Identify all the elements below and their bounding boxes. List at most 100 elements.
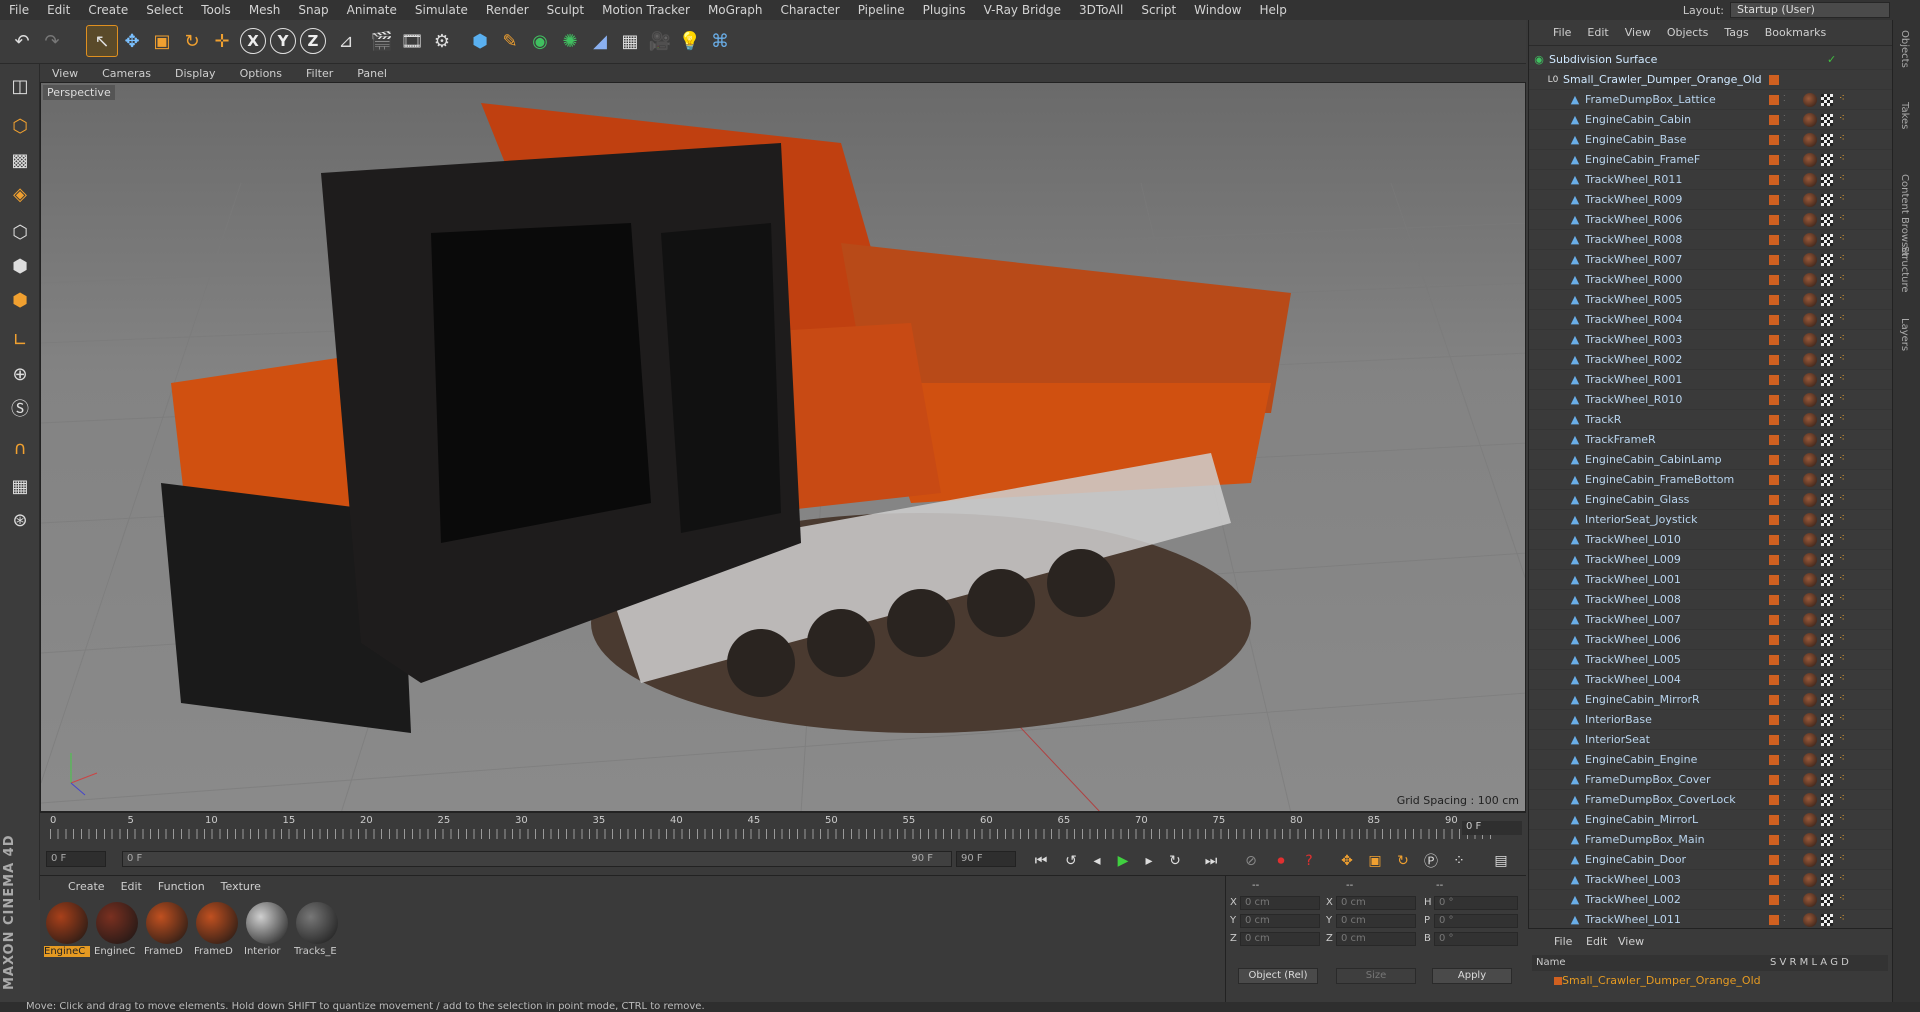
rotation-field[interactable]: 0 ° xyxy=(1434,896,1518,910)
visibility-dots-icon[interactable]: ⁚ xyxy=(1783,174,1789,186)
visibility-dots-icon[interactable]: ⁚ xyxy=(1783,694,1789,706)
object-row[interactable]: ▲ EngineCabin_Engine ⁚ ⁖ xyxy=(1529,750,1893,770)
material-tag-icon[interactable] xyxy=(1803,193,1817,207)
render-view-icon[interactable]: 🎬 xyxy=(366,25,398,57)
side-tab-objects[interactable]: Objects xyxy=(1899,30,1910,68)
object-row[interactable]: ▲ TrackWheel_L010 ⁚ ⁖ xyxy=(1529,530,1893,550)
layer-menu-file[interactable]: File xyxy=(1554,935,1572,948)
visibility-dots-icon[interactable]: ⁚ xyxy=(1783,874,1789,886)
object-row[interactable]: ▲ TrackWheel_L003 ⁚ ⁖ xyxy=(1529,870,1893,890)
menu-window[interactable]: Window xyxy=(1185,0,1250,20)
visibility-dots-icon[interactable]: ⁚ xyxy=(1783,474,1789,486)
object-row[interactable]: ▲ TrackWheel_R002 ⁚ ⁖ xyxy=(1529,350,1893,370)
texture-tag-icon[interactable]: ⁖ xyxy=(1839,773,1851,787)
position-field[interactable]: 0 cm xyxy=(1240,932,1320,946)
key-pla-icon[interactable]: ⁘ xyxy=(1448,850,1470,872)
texture-mode-icon[interactable]: ▩ xyxy=(4,144,36,176)
side-tab-layers[interactable]: Layers xyxy=(1899,318,1910,351)
texture-tag-icon[interactable]: ⁖ xyxy=(1839,253,1851,267)
texture-tag-icon[interactable]: ⁖ xyxy=(1839,453,1851,467)
edges-mode-icon[interactable]: ⬢ xyxy=(4,250,36,282)
texture-tag-icon[interactable]: ⁖ xyxy=(1839,133,1851,147)
material-swatch[interactable]: FrameD xyxy=(144,902,190,960)
x-axis-icon[interactable]: X xyxy=(240,28,266,54)
material-tag-icon[interactable] xyxy=(1803,593,1817,607)
texture-tag-icon[interactable]: ⁖ xyxy=(1839,333,1851,347)
deformer-icon[interactable]: ◢ xyxy=(584,25,616,57)
material-tag-icon[interactable] xyxy=(1803,333,1817,347)
material-tag-icon[interactable] xyxy=(1803,153,1817,167)
position-field[interactable]: 0 cm xyxy=(1240,914,1320,928)
visibility-dots-icon[interactable]: ⁚ xyxy=(1783,634,1789,646)
mograph-icon[interactable]: ✺ xyxy=(554,25,586,57)
object-row[interactable]: ▲ TrackWheel_R010 ⁚ ⁖ xyxy=(1529,390,1893,410)
timeline-window-icon[interactable]: ▤ xyxy=(1490,850,1512,872)
material-tag-icon[interactable] xyxy=(1803,653,1817,667)
material-tag-icon[interactable] xyxy=(1803,813,1817,827)
uvw-tag-icon[interactable] xyxy=(1821,414,1833,426)
viewport-menu-options[interactable]: Options xyxy=(228,67,294,80)
object-row[interactable]: ▲ TrackWheel_R011 ⁚ ⁖ xyxy=(1529,170,1893,190)
viewport-menu-panel[interactable]: Panel xyxy=(345,67,399,80)
timeline-ruler[interactable] xyxy=(50,829,1496,839)
side-tab-structure[interactable]: Structure xyxy=(1899,246,1910,293)
texture-tag-icon[interactable]: ⁖ xyxy=(1839,813,1851,827)
magnet-icon[interactable]: ∩ xyxy=(4,432,36,464)
material-tag-icon[interactable] xyxy=(1803,413,1817,427)
uvw-tag-icon[interactable] xyxy=(1821,174,1833,186)
uvw-tag-icon[interactable] xyxy=(1821,514,1833,526)
texture-tag-icon[interactable]: ⁖ xyxy=(1839,653,1851,667)
uvw-tag-icon[interactable] xyxy=(1821,814,1833,826)
object-row[interactable]: ▲ TrackWheel_L009 ⁚ ⁖ xyxy=(1529,550,1893,570)
move-icon[interactable]: ✥ xyxy=(116,25,148,57)
size-mode-dropdown[interactable]: Size xyxy=(1336,968,1416,984)
uvw-tag-icon[interactable] xyxy=(1821,494,1833,506)
material-tag-icon[interactable] xyxy=(1803,133,1817,147)
object-row[interactable]: ▲ TrackWheel_R006 ⁚ ⁖ xyxy=(1529,210,1893,230)
material-tag-icon[interactable] xyxy=(1803,893,1817,907)
material-tag-icon[interactable] xyxy=(1803,453,1817,467)
object-row[interactable]: ▲ TrackFrameR ⁚ ⁖ xyxy=(1529,430,1893,450)
visibility-dots-icon[interactable]: ⁚ xyxy=(1783,114,1789,126)
object-row[interactable]: ▲ TrackWheel_R000 ⁚ ⁖ xyxy=(1529,270,1893,290)
prev-frame-icon[interactable]: ◂ xyxy=(1086,850,1108,872)
visibility-dots-icon[interactable]: ⁚ xyxy=(1783,774,1789,786)
uvw-tag-icon[interactable] xyxy=(1821,434,1833,446)
visibility-dots-icon[interactable]: ⁚ xyxy=(1783,514,1789,526)
object-row[interactable]: ▲ InteriorSeat_Joystick ⁚ ⁖ xyxy=(1529,510,1893,530)
uvw-tag-icon[interactable] xyxy=(1821,354,1833,366)
cube-icon[interactable]: ⬢ xyxy=(464,25,496,57)
visibility-dots-icon[interactable]: ⁚ xyxy=(1783,834,1789,846)
texture-tag-icon[interactable]: ⁖ xyxy=(1839,913,1851,927)
visibility-dots-icon[interactable]: ⁚ xyxy=(1783,714,1789,726)
material-tag-icon[interactable] xyxy=(1803,373,1817,387)
material-tag-icon[interactable] xyxy=(1803,733,1817,747)
object-row-root[interactable]: ◉ Subdivision Surface ✓ xyxy=(1529,50,1893,70)
key-param-icon[interactable]: Ⓟ xyxy=(1420,850,1442,872)
menu-script[interactable]: Script xyxy=(1132,0,1185,20)
menu-pipeline[interactable]: Pipeline xyxy=(849,0,914,20)
material-tag-icon[interactable] xyxy=(1803,113,1817,127)
object-row[interactable]: ▲ TrackWheel_R001 ⁚ ⁖ xyxy=(1529,370,1893,390)
visibility-dots-icon[interactable]: ⁚ xyxy=(1783,614,1789,626)
material-tag-icon[interactable] xyxy=(1803,473,1817,487)
object-row[interactable]: ▲ EngineCabin_Base ⁚ ⁖ xyxy=(1529,130,1893,150)
object-row[interactable]: ▲ TrackWheel_R003 ⁚ ⁖ xyxy=(1529,330,1893,350)
texture-tag-icon[interactable]: ⁖ xyxy=(1839,293,1851,307)
layer-menu-edit[interactable]: Edit xyxy=(1586,935,1607,948)
visibility-dots-icon[interactable]: ⁚ xyxy=(1783,674,1789,686)
uvw-tag-icon[interactable] xyxy=(1821,374,1833,386)
visibility-dots-icon[interactable]: ⁚ xyxy=(1783,334,1789,346)
texture-tag-icon[interactable]: ⁖ xyxy=(1839,693,1851,707)
menu-snap[interactable]: Snap xyxy=(289,0,337,20)
material-tag-icon[interactable] xyxy=(1803,213,1817,227)
material-tag-icon[interactable] xyxy=(1803,433,1817,447)
object-row[interactable]: ▲ TrackWheel_L007 ⁚ ⁖ xyxy=(1529,610,1893,630)
object-row[interactable]: ▲ InteriorSeat ⁚ ⁖ xyxy=(1529,730,1893,750)
material-tag-icon[interactable] xyxy=(1803,273,1817,287)
menu-simulate[interactable]: Simulate xyxy=(406,0,477,20)
object-row[interactable]: ▲ EngineCabin_Door ⁚ ⁖ xyxy=(1529,850,1893,870)
object-row[interactable]: ▲ EngineCabin_FrameF ⁚ ⁖ xyxy=(1529,150,1893,170)
y-axis-icon[interactable]: Y xyxy=(270,28,296,54)
texture-tag-icon[interactable]: ⁖ xyxy=(1839,493,1851,507)
